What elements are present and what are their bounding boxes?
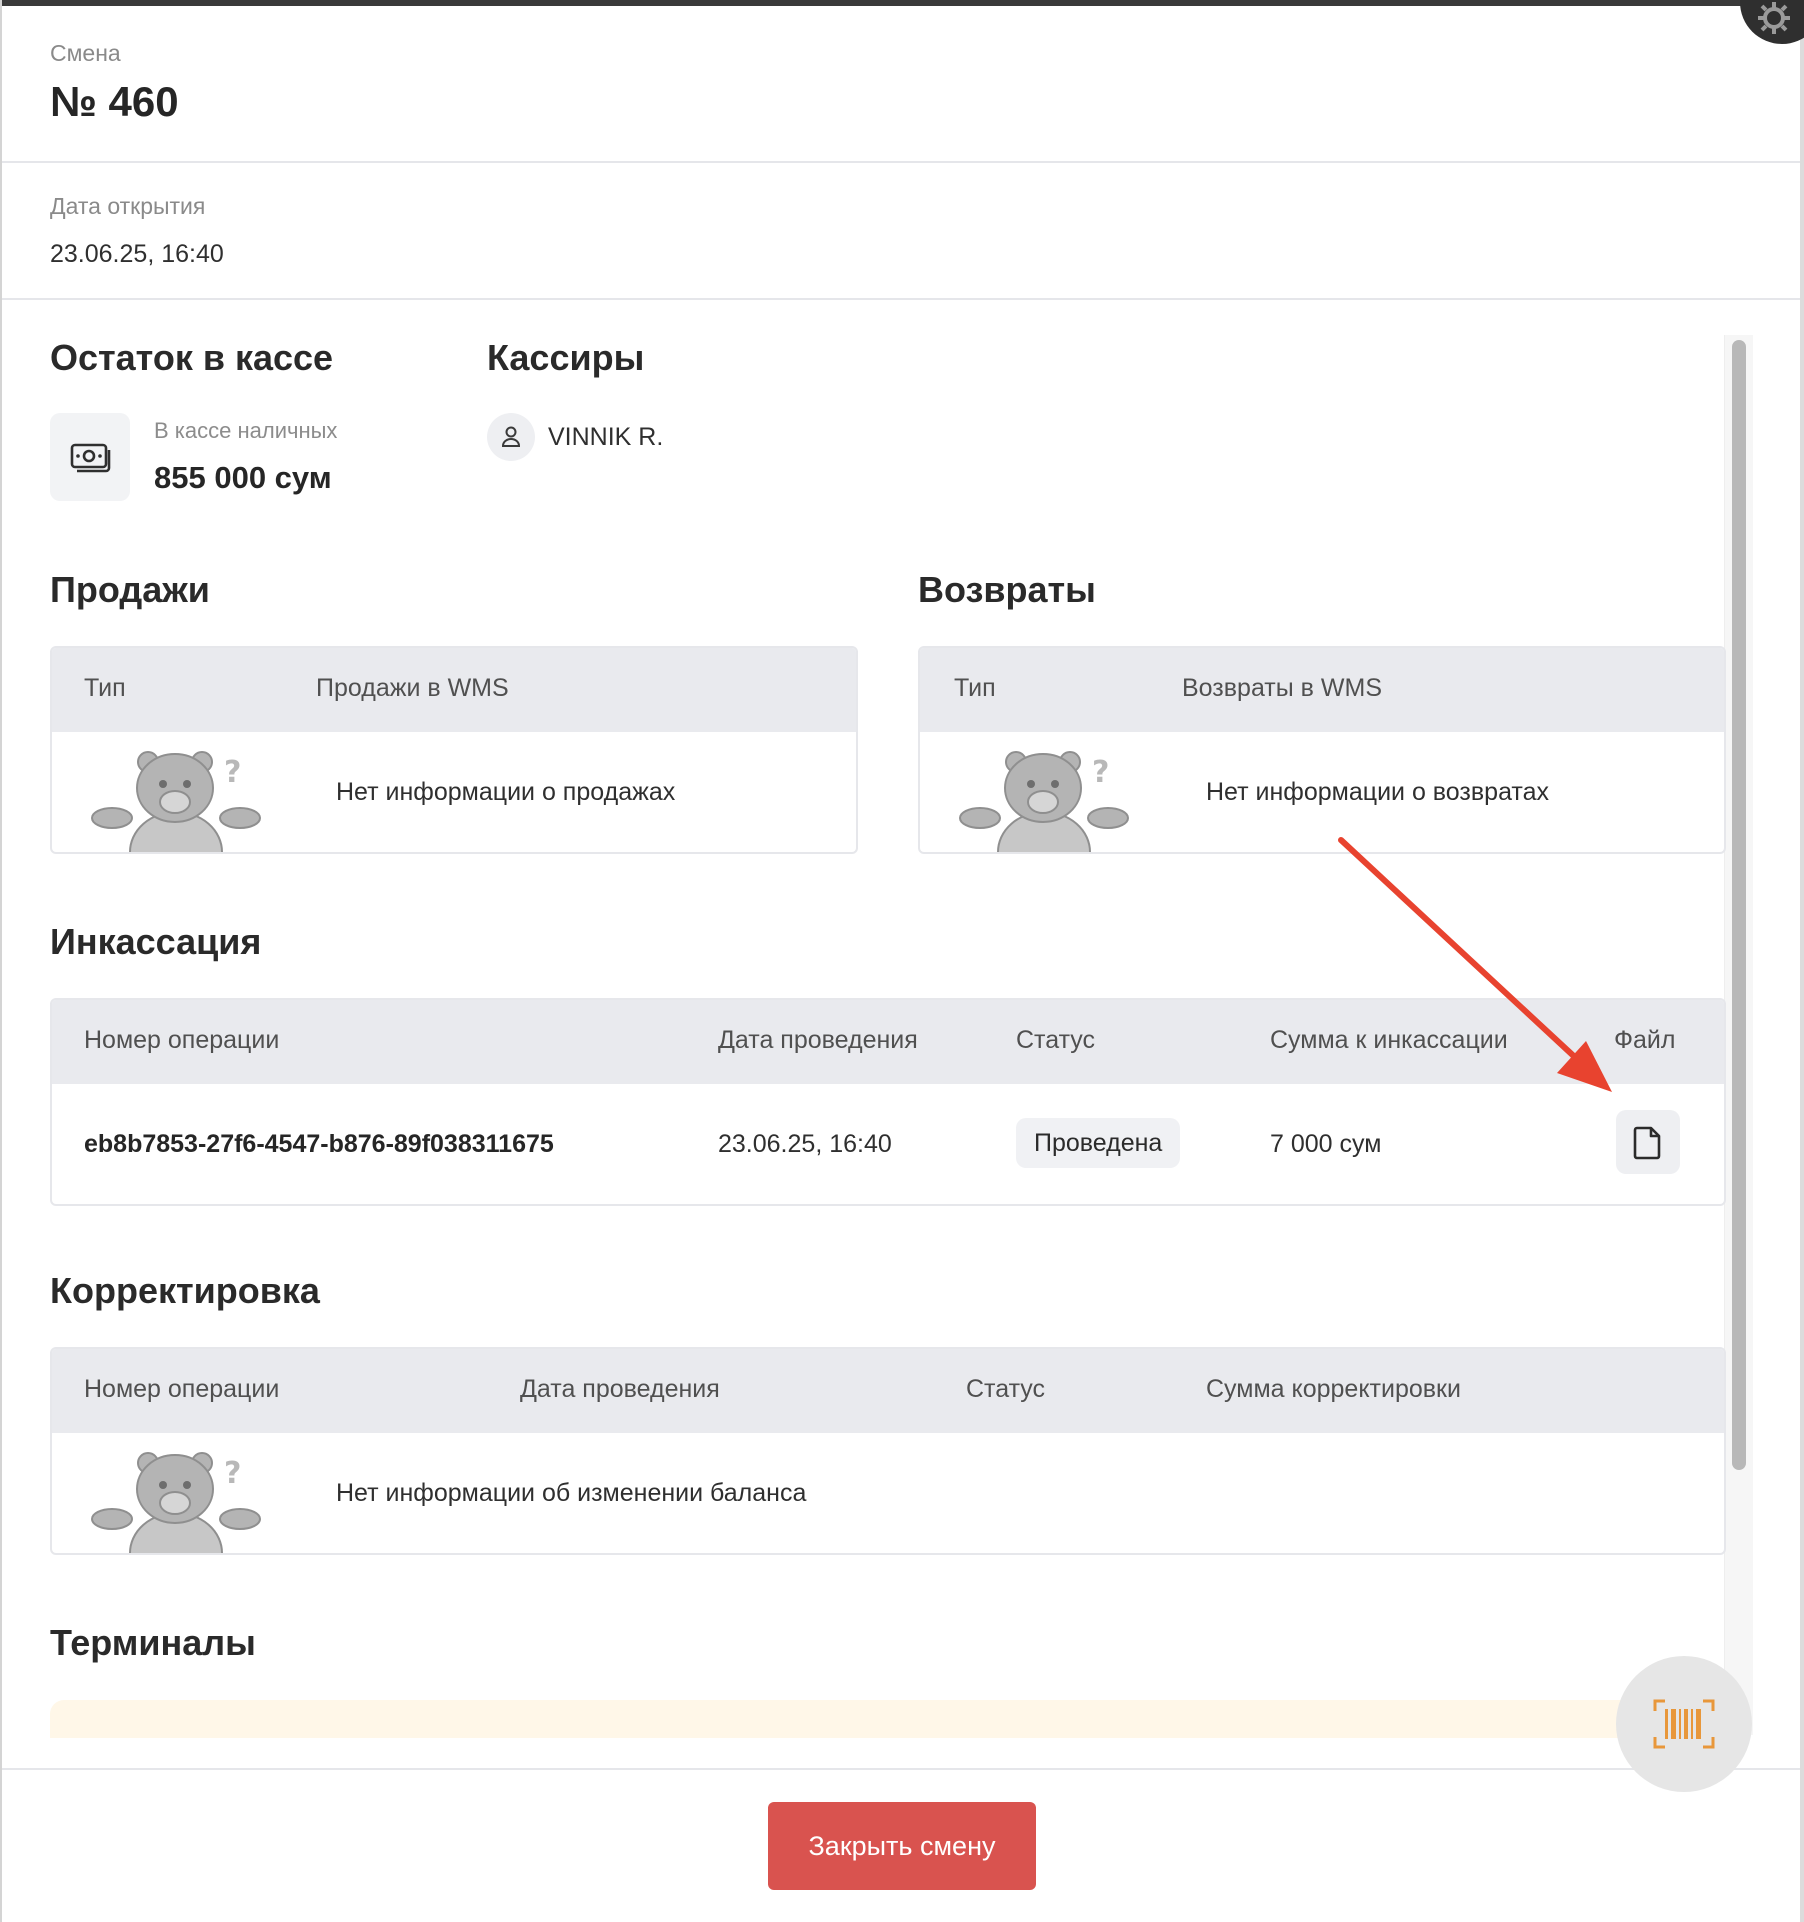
shift-number: № 460 [50,78,179,125]
meta-divider [2,298,1800,300]
sales-table-header: Тип Продажи в WMS [52,648,856,732]
correction-table-header: Номер операции Дата проведения Статус Су… [52,1349,1724,1433]
correction-col-date: Дата проведения [520,1375,720,1403]
bear-mascot-icon: ? [91,751,261,852]
svg-text:?: ? [1092,755,1109,790]
collection-amount: 7 000 сум [1270,1130,1382,1158]
window-top-bar [0,0,1804,6]
footer-divider [2,1768,1800,1770]
status-badge: Проведена [1016,1118,1181,1168]
correction-col-amount: Сумма корректировки [1206,1375,1461,1403]
collection-col-date: Дата проведения [718,1026,918,1054]
bear-mascot-icon: ? [959,751,1129,852]
terminal-notice [50,1700,1722,1738]
correction-title: Корректировка [50,1270,320,1311]
sales-title: Продажи [50,569,210,610]
svg-text:?: ? [224,1456,241,1491]
correction-table: Номер операции Дата проведения Статус Су… [50,1347,1726,1555]
returns-table: Тип Возвраты в WMS ? Нет информации о во… [918,646,1726,854]
correction-empty-text: Нет информации об изменении баланса [336,1479,807,1507]
bear-mascot-icon: ? [91,1452,261,1553]
operation-id: eb8b7853-27f6-4547-b876-89f038311675 [84,1130,554,1158]
annotation-arrow [1338,837,1612,1092]
returns-col-wms: Возвраты в WMS [1182,674,1382,702]
balance-title: Остаток в кассе [50,337,334,378]
header-divider [2,161,1800,163]
collection-col-operation: Номер операции [84,1026,280,1054]
file-download-button[interactable] [1616,1110,1680,1174]
returns-table-header: Тип Возвраты в WMS [920,648,1724,732]
collection-col-file: Файл [1614,1026,1676,1054]
cash-value: 855 000 сум [154,460,332,495]
svg-text:?: ? [224,755,241,790]
document-icon [1633,1126,1661,1160]
cashiers-title: Кассиры [487,337,645,378]
open-date-value: 23.06.25, 16:40 [50,240,224,268]
window-right-edge [1800,0,1804,1922]
cash-icon [50,413,130,501]
collection-title: Инкассация [50,921,262,962]
window-left-edge [0,0,2,1922]
open-date-label: Дата открытия [50,193,206,219]
operation-date: 23.06.25, 16:40 [718,1130,892,1158]
close-shift-button[interactable]: Закрыть смену [768,1802,1036,1890]
sales-col-wms: Продажи в WMS [316,674,509,702]
barcode-scanner-icon [1653,1699,1715,1749]
returns-title: Возвраты [918,569,1096,610]
collection-col-amount: Сумма к инкассации [1270,1026,1508,1054]
collection-table: Номер операции Дата проведения Статус Су… [50,998,1726,1206]
cashier-name: VINNIK R. [548,423,664,451]
collection-col-status: Статус [1016,1026,1096,1054]
correction-col-status: Статус [966,1375,1046,1403]
sales-col-type: Тип [84,674,126,702]
terminals-title: Терминалы [50,1622,256,1663]
barcode-scanner-button[interactable] [1616,1656,1752,1792]
sales-table: Тип Продажи в WMS ? Нет информации о про… [50,646,858,854]
returns-empty-text: Нет информации о возвратах [1206,778,1550,806]
shift-label: Смена [50,40,121,66]
returns-col-type: Тип [954,674,996,702]
cash-label: В кассе наличных [154,418,338,443]
collection-table-header: Номер операции Дата проведения Статус Су… [52,1000,1724,1084]
scrollbar-thumb[interactable] [1732,340,1746,1470]
user-icon [487,413,535,461]
sales-empty-text: Нет информации о продажах [336,778,676,806]
settings-gear-icon[interactable] [1740,0,1804,44]
correction-col-operation: Номер операции [84,1375,280,1403]
